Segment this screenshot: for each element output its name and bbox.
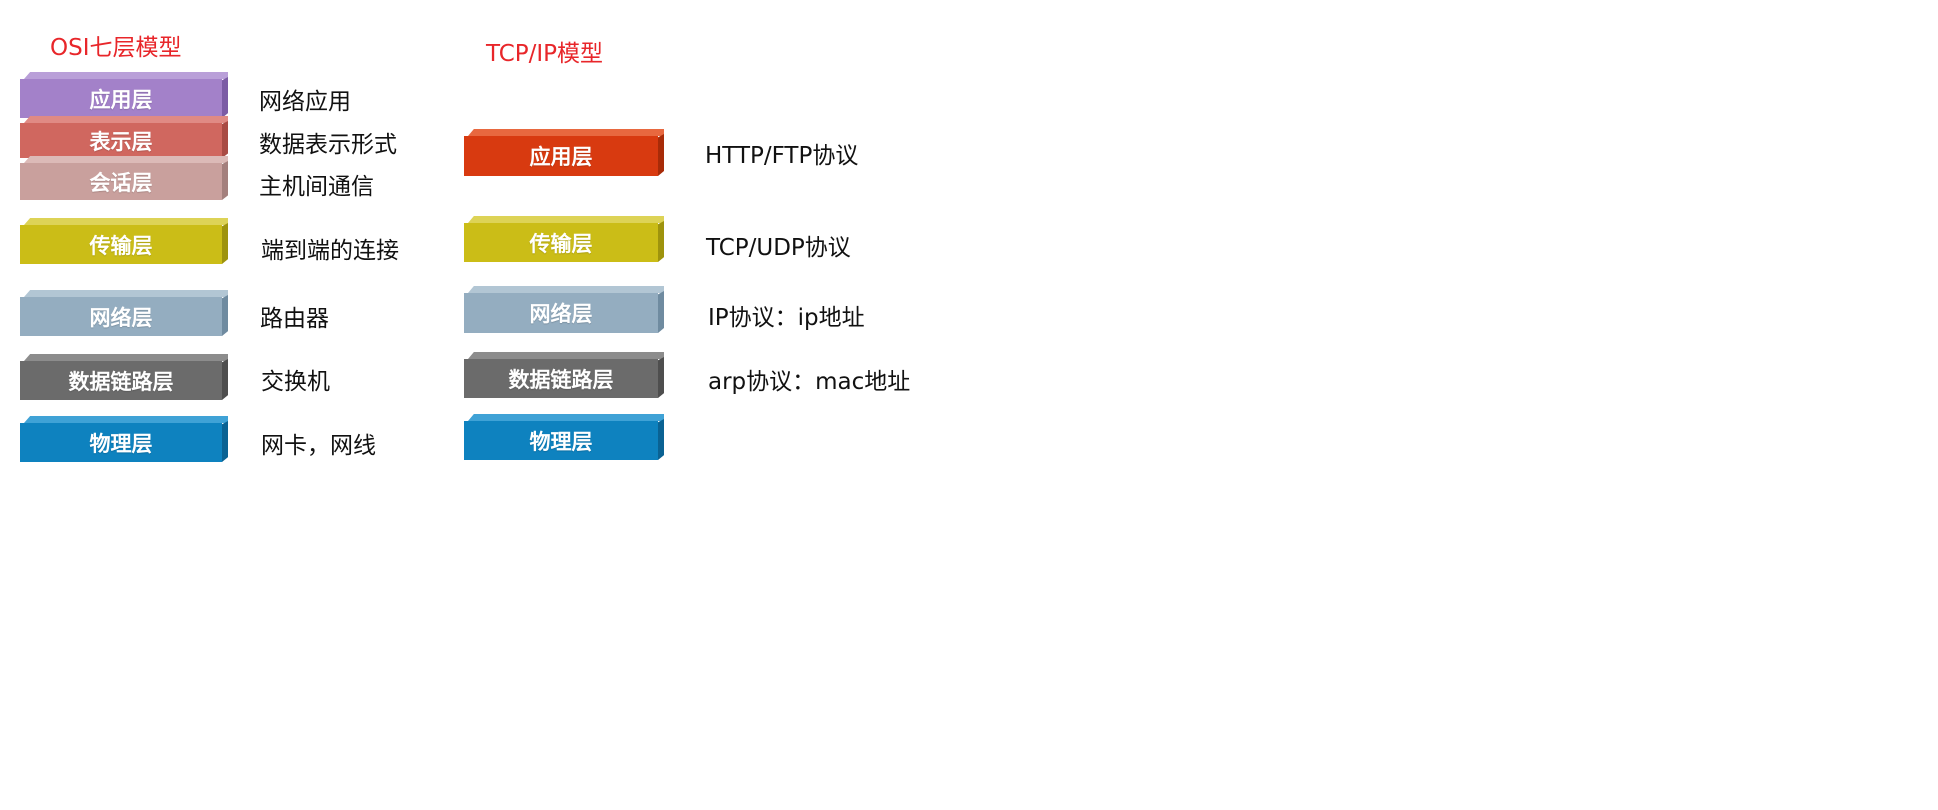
tcpip-layer-label: 网络层 [529, 302, 593, 326]
osi-layer-desc: 网卡，网线 [261, 433, 376, 459]
osi-layer-desc: 端到端的连接 [261, 238, 399, 264]
osi-layer-data-link: 数据链路层 [20, 354, 228, 400]
osi-layer-desc: 路由器 [260, 306, 329, 332]
osi-layer-label: 物理层 [89, 431, 153, 456]
osi-layer-label: 表示层 [89, 129, 153, 154]
tcpip-layer-desc: TCP/UDP协议 [706, 235, 851, 261]
osi-layer-desc: 网络应用 [259, 89, 351, 115]
osi-layer-desc: 交换机 [261, 369, 330, 395]
tcpip-layer-application: 应用层 [464, 129, 664, 176]
tcpip-layer-desc: HTTP/FTP协议 [705, 143, 859, 169]
osi-layer-desc: 数据表示形式 [259, 132, 397, 158]
osi-layer-network: 网络层 [20, 290, 228, 336]
osi-layer-desc: 主机间通信 [259, 174, 374, 200]
tcpip-layer-physical: 物理层 [464, 414, 664, 460]
tcpip-model-title: TCP/IP模型 [486, 41, 604, 67]
osi-layer-application: 应用层 [20, 72, 228, 118]
osi-layer-label: 应用层 [89, 87, 153, 112]
tcpip-layer-label: 传输层 [529, 231, 593, 256]
osi-layer-label: 传输层 [89, 233, 153, 258]
tcpip-layer-desc: IP协议：ip地址 [708, 305, 865, 331]
osi-layer-label: 会话层 [89, 170, 153, 195]
tcpip-layer-label: 应用层 [529, 145, 593, 169]
tcpip-layer-data-link: 数据链路层 [464, 352, 664, 398]
tcpip-layer-network: 网络层 [464, 286, 664, 333]
osi-layer-session: 会话层 [20, 156, 228, 200]
osi-model-title: OSI七层模型 [50, 35, 182, 61]
tcpip-layer-label: 物理层 [529, 429, 593, 454]
osi-layer-label: 数据链路层 [68, 369, 174, 394]
osi-layer-label: 网络层 [89, 305, 153, 330]
tcpip-layer-label: 数据链路层 [508, 367, 614, 392]
osi-layer-physical: 物理层 [20, 416, 228, 462]
osi-layer-transport: 传输层 [20, 218, 228, 264]
osi-layer-presentation: 表示层 [20, 116, 228, 158]
tcpip-layer-transport: 传输层 [464, 216, 664, 262]
tcpip-layer-desc: arp协议：mac地址 [708, 369, 911, 395]
